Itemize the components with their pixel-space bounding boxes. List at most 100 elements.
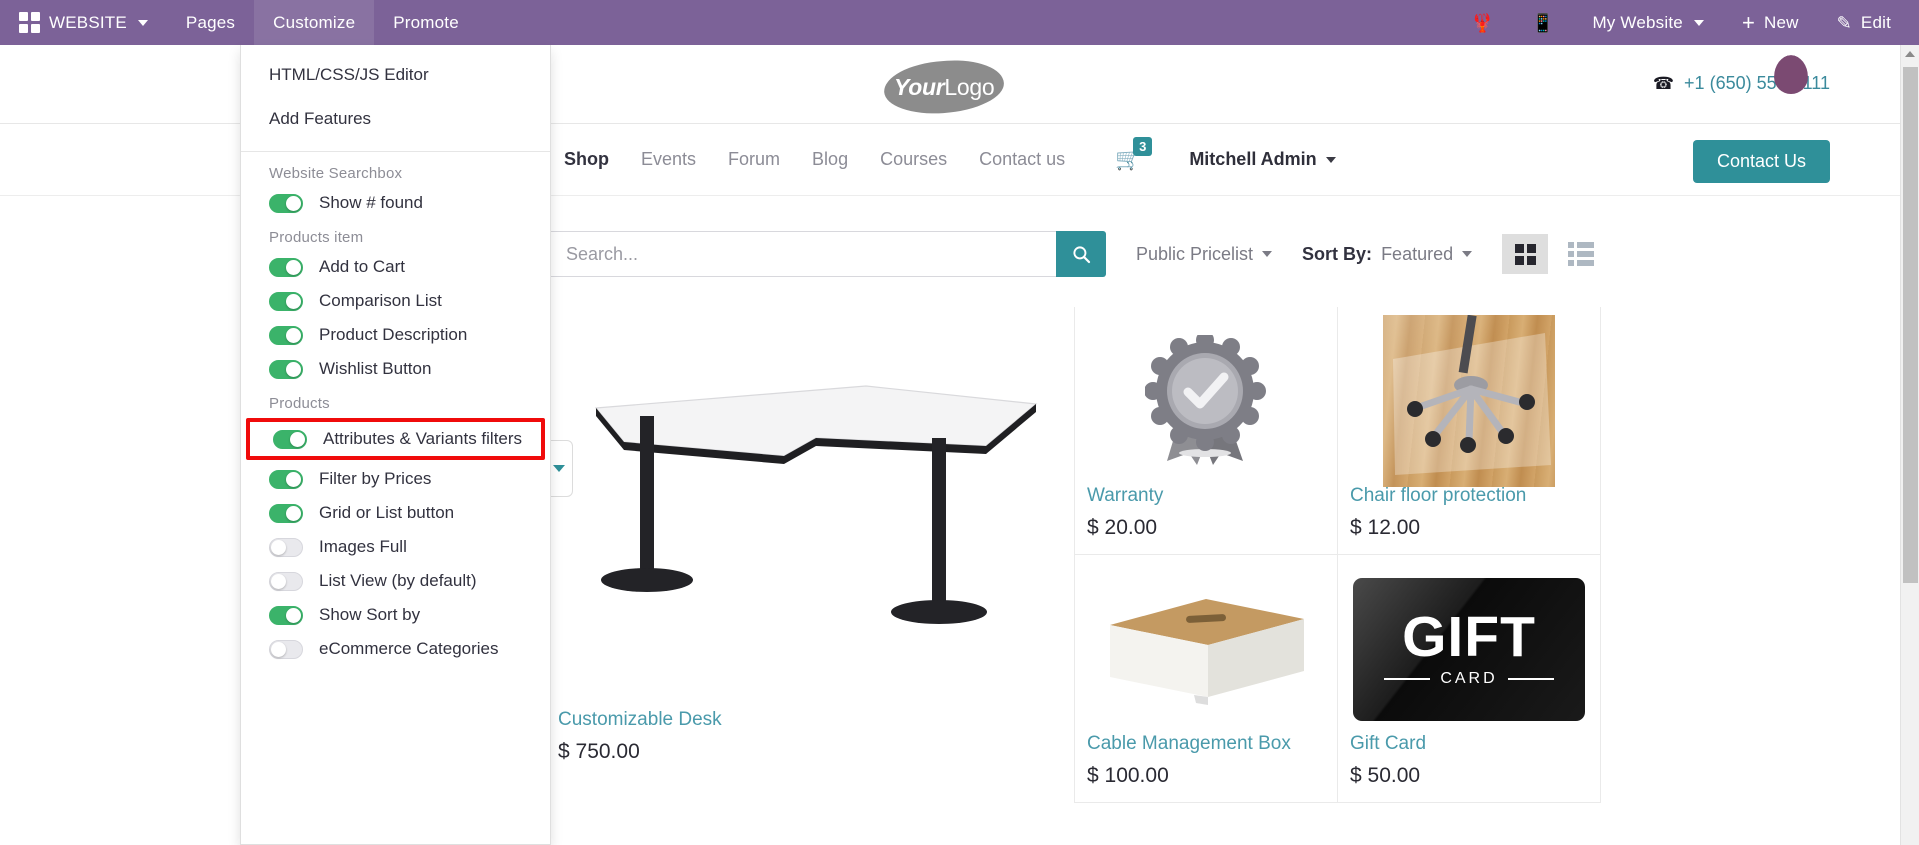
grid-view-button[interactable]: [1502, 234, 1549, 274]
chevron-down-icon: [1262, 251, 1273, 257]
topbar-menu-label: Pages: [185, 12, 236, 32]
toggle-switch-icon[interactable]: [269, 359, 303, 379]
toggle-row-list-view-by-default[interactable]: List View (by default): [241, 564, 550, 598]
product-image-wrap: [548, 307, 1074, 699]
nav-item-contact-us[interactable]: Contact us: [963, 149, 1081, 170]
grid-view-icon: [1514, 243, 1536, 265]
product-card-gift-card[interactable]: GIFT CARD Gift Card $ 50.00: [1338, 555, 1601, 803]
toggle-label: Attributes & Variants filters: [323, 429, 523, 448]
apps-menu-button[interactable]: WEBSITE: [0, 0, 167, 45]
product-name[interactable]: Warranty: [1087, 485, 1337, 516]
bug-icon: 🦞: [1471, 12, 1494, 33]
chair-floor-mat-image: [1383, 315, 1555, 487]
search-button[interactable]: [1056, 231, 1106, 277]
toggle-label: Show Sort by: [319, 605, 421, 624]
nav-item-blog[interactable]: Blog: [796, 149, 864, 170]
cart-count-badge: 3: [1133, 136, 1153, 157]
toggle-switch-icon[interactable]: [269, 503, 303, 523]
toggle-label: Show # found: [319, 193, 423, 212]
product-price: $ 750.00: [558, 740, 640, 763]
website-selector[interactable]: My Website: [1573, 0, 1723, 45]
toggle-row-attributes-variants-filters[interactable]: Attributes & Variants filters: [246, 418, 545, 460]
product-image-wrap: [1338, 315, 1600, 487]
product-name[interactable]: Gift Card: [1350, 733, 1600, 764]
toggle-row-product-description[interactable]: Product Description: [241, 318, 550, 352]
toggle-switch-icon[interactable]: [269, 257, 303, 277]
topbar-menu-promote[interactable]: Promote: [374, 0, 478, 45]
gift-card-subtitle: CARD: [1384, 670, 1553, 688]
contact-us-button[interactable]: Contact Us: [1692, 140, 1830, 183]
topbar-menu-customize[interactable]: Customize: [254, 0, 375, 45]
toggle-row-comparison-list[interactable]: Comparison List: [241, 284, 550, 318]
toggle-row-images-full[interactable]: Images Full: [241, 530, 550, 564]
debug-bug-button[interactable]: 🦞: [1452, 0, 1513, 45]
toggle-switch-icon[interactable]: [273, 429, 307, 449]
edit-button-label: Edit: [1860, 12, 1891, 32]
toggle-switch-icon[interactable]: [269, 537, 303, 557]
nav-item-courses[interactable]: Courses: [864, 149, 963, 170]
list-view-button[interactable]: [1558, 234, 1604, 274]
phone-icon: ☎: [1652, 73, 1675, 93]
mobile-preview-button[interactable]: 📱: [1513, 0, 1574, 45]
search-input[interactable]: Search...: [548, 231, 1056, 277]
edit-button[interactable]: ✎ Edit: [1818, 0, 1919, 45]
user-menu[interactable]: Mitchell Admin: [1189, 149, 1336, 170]
site-logo[interactable]: YourLogo: [882, 56, 1006, 118]
nav-item-forum[interactable]: Forum: [712, 149, 796, 170]
warranty-badge-image: [1145, 335, 1266, 465]
scroll-up-arrow-icon: [1905, 51, 1915, 57]
product-name[interactable]: Chair floor protection: [1350, 485, 1600, 516]
toggle-row-ecommerce-categories[interactable]: eCommerce Categories: [241, 632, 550, 666]
toggle-row-grid-or-list-button[interactable]: Grid or List button: [241, 496, 550, 530]
toggle-row-show-found[interactable]: Show # found: [241, 186, 550, 220]
new-button[interactable]: + New: [1723, 0, 1818, 45]
customize-dropdown-menu: HTML/CSS/JS Editor Add Features Website …: [240, 45, 551, 845]
toggle-row-filter-by-prices[interactable]: Filter by Prices: [241, 462, 550, 496]
toggle-switch-icon[interactable]: [269, 571, 303, 591]
product-name[interactable]: Customizable Desk: [558, 709, 1074, 740]
cable-box-image: [1110, 599, 1304, 705]
gift-card-title: GIFT: [1402, 605, 1536, 670]
product-card-chair-floor-protection[interactable]: Chair floor protection $ 12.00: [1338, 307, 1601, 555]
menu-item-add-features[interactable]: Add Features: [241, 97, 550, 141]
pricelist-selector[interactable]: Public Pricelist: [1136, 243, 1273, 265]
toggle-switch-icon[interactable]: [269, 469, 303, 489]
sort-prefix-label: Sort By:: [1302, 243, 1373, 264]
logo-your: Your: [893, 73, 945, 100]
gift-card-image: GIFT CARD: [1353, 577, 1585, 721]
toggle-label: Grid or List button: [319, 503, 455, 522]
menu-group-title-products: Products: [269, 395, 330, 412]
toggle-switch-icon[interactable]: [269, 605, 303, 625]
cart-button[interactable]: 🛒 3: [1105, 136, 1153, 172]
toggle-switch-icon[interactable]: [269, 639, 303, 659]
toggle-row-add-to-cart[interactable]: Add to Cart: [241, 250, 550, 284]
toggle-row-show-sort-by[interactable]: Show Sort by: [241, 598, 550, 632]
topbar-menu-label: Promote: [393, 12, 459, 32]
pencil-icon: ✎: [1836, 12, 1852, 33]
page-scrollbar[interactable]: [1900, 45, 1919, 845]
sort-selector[interactable]: Sort By: Featured: [1302, 243, 1473, 265]
toggle-switch-icon[interactable]: [269, 325, 303, 345]
menu-item-html-css-js-editor[interactable]: HTML/CSS/JS Editor: [241, 45, 550, 97]
nav-item-events[interactable]: Events: [625, 149, 712, 170]
product-image-wrap: [1075, 565, 1337, 733]
product-column-right: Chair floor protection $ 12.00 GIFT CARD: [1338, 307, 1601, 803]
nav-item-shop[interactable]: Shop: [548, 149, 625, 170]
list-view-icon: [1568, 242, 1595, 266]
scrollbar-thumb[interactable]: [1903, 67, 1918, 583]
pricelist-label: Public Pricelist: [1136, 243, 1254, 264]
product-price: $ 20.00: [1087, 516, 1158, 539]
desk-image: [594, 385, 1038, 624]
toggle-label: Product Description: [319, 325, 468, 344]
scroll-up-button[interactable]: [1901, 45, 1919, 63]
toggle-row-wishlist-button[interactable]: Wishlist Button: [241, 352, 550, 386]
product-card-warranty[interactable]: Warranty $ 20.00: [1075, 307, 1338, 555]
product-name[interactable]: Cable Management Box: [1087, 733, 1337, 764]
product-image-wrap: [1075, 317, 1337, 485]
product-card-cable-management-box[interactable]: Cable Management Box $ 100.00: [1075, 555, 1338, 803]
product-card-featured[interactable]: Customizable Desk $ 750.00: [548, 307, 1075, 803]
toggle-switch-icon[interactable]: [269, 291, 303, 311]
toggle-switch-icon[interactable]: [269, 193, 303, 213]
topbar-menu-pages[interactable]: Pages: [167, 0, 254, 45]
header-phone-number: +1 (650) 555-0111: [1684, 73, 1830, 93]
